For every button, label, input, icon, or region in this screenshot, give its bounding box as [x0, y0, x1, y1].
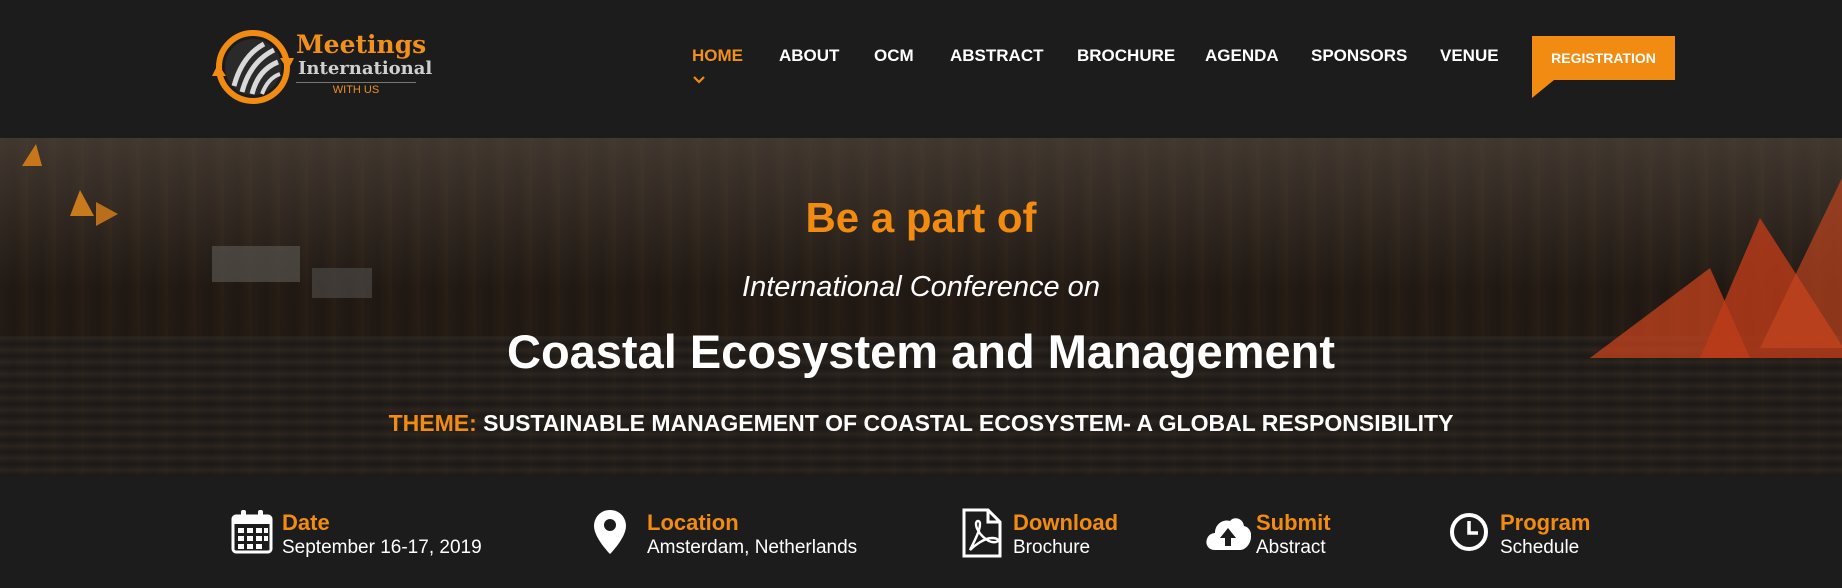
- logo-text: Meetings International WITH US: [296, 30, 433, 97]
- nav-home[interactable]: HOME: [692, 46, 743, 66]
- nav-abstract[interactable]: ABSTRACT: [950, 46, 1044, 66]
- pdf-file-icon: [962, 508, 1002, 558]
- cloud-upload-icon: [1206, 518, 1251, 550]
- info-submit-value: Abstract: [1256, 537, 1326, 558]
- registration-button-tail: [1532, 80, 1554, 98]
- site-header: Meetings International WITH US HOME ABOU…: [0, 0, 1842, 138]
- info-date-title: Date: [282, 510, 330, 535]
- info-download-value: Brochure: [1013, 537, 1091, 558]
- info-download-title: Download: [1013, 510, 1119, 535]
- decor-triangle: [22, 144, 42, 166]
- logo[interactable]: Meetings International WITH US: [212, 26, 432, 108]
- chevron-down-icon: [692, 72, 706, 88]
- hero-subtitle: International Conference on: [742, 271, 1100, 303]
- info-location-title: Location: [647, 510, 739, 535]
- hero-title: Coastal Ecosystem and Management: [507, 325, 1335, 378]
- info-program-value: Schedule: [1500, 537, 1580, 558]
- logo-line2: International: [298, 58, 433, 79]
- theme-text: SUSTAINABLE MANAGEMENT OF COASTAL ECOSYS…: [483, 410, 1454, 436]
- hero-theme: THEME: SUSTAINABLE MANAGEMENT OF COASTAL…: [0, 410, 1842, 437]
- calendar-icon: [231, 510, 273, 554]
- nav-brochure[interactable]: BROCHURE: [1077, 46, 1175, 66]
- nav-ocm[interactable]: OCM: [874, 46, 914, 66]
- nav-about[interactable]: ABOUT: [779, 46, 839, 66]
- map-pin-icon: [594, 510, 626, 554]
- registration-button[interactable]: REGISTRATION: [1532, 36, 1675, 80]
- clock-icon: [1450, 513, 1488, 551]
- hero-banner: Be a part of International Conference on…: [0, 138, 1842, 476]
- info-bar: Date September 16-17, 2019 Location Amst…: [0, 476, 1842, 588]
- nav-agenda[interactable]: AGENDA: [1205, 46, 1279, 66]
- theme-label: THEME:: [388, 410, 477, 436]
- logo-line3: WITH US: [296, 82, 416, 97]
- nav-venue[interactable]: VENUE: [1440, 46, 1499, 66]
- info-date-value: September 16-17, 2019: [282, 537, 482, 558]
- info-submit-title: Submit: [1256, 510, 1331, 535]
- hero-tagline: Be a part of: [805, 194, 1037, 241]
- nav-sponsors[interactable]: SPONSORS: [1311, 46, 1407, 66]
- info-location-value: Amsterdam, Netherlands: [647, 537, 858, 558]
- logo-line1: Meetings: [296, 30, 427, 59]
- info-program-title: Program: [1500, 510, 1591, 535]
- logo-globe-icon: [212, 30, 294, 104]
